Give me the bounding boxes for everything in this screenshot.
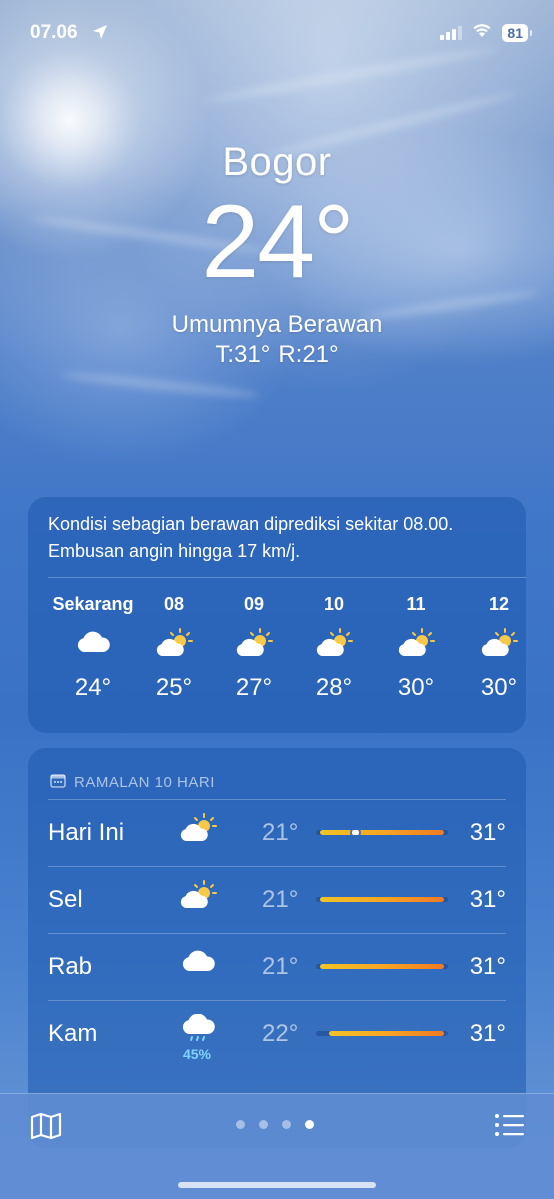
- high-temperature: T:31°: [215, 341, 271, 368]
- high-low-temperature: T:31° R:21°: [0, 341, 554, 369]
- temperature-range-fill: [320, 964, 444, 969]
- daily-forecast-card[interactable]: RAMALAN 10 HARI Hari Ini 21° 31° Sel 21° 31° R…: [28, 748, 526, 1148]
- status-time: 07.06: [30, 22, 78, 43]
- hourly-item: 11 30°: [371, 594, 461, 702]
- hourly-item: 12 30°: [454, 594, 526, 702]
- hourly-forecast-list[interactable]: Sekarang 24° 08 25° 09 27° 10 28° 11 30° 12 30°: [28, 578, 526, 728]
- hourly-item: 10 28°: [289, 594, 379, 702]
- daily-forecast-title: RAMALAN 10 HARI: [74, 773, 215, 791]
- low-temperature: 21°: [262, 953, 299, 980]
- hourly-item: 08 25°: [129, 594, 219, 702]
- temperature-range-bar: [316, 830, 448, 835]
- partly-sunny-icon: [454, 628, 526, 668]
- current-condition: Umumnya Berawan: [171, 311, 383, 338]
- partly-sunny-icon: [209, 628, 299, 668]
- temperature-range-bar: [316, 964, 448, 969]
- rain-cloud-icon: [178, 1013, 218, 1049]
- temperature-range-bar: [316, 897, 448, 902]
- precipitation-chance: 45%: [182, 1046, 212, 1062]
- wifi-icon: [472, 22, 492, 44]
- hour-label: 10: [323, 594, 345, 614]
- partly-sunny-icon: [371, 628, 461, 668]
- low-temperature: 22°: [262, 1020, 299, 1047]
- daily-forecast-row[interactable]: Rab 21° 31°: [28, 933, 526, 1000]
- hourly-forecast-card[interactable]: Kondisi sebagian berawan diprediksi seki…: [28, 497, 526, 733]
- daily-forecast-list: Hari Ini 21° 31° Sel 21° 31° Rab 21° 31° Kam 45% 22…: [28, 799, 526, 1067]
- temperature-range-fill: [329, 1031, 444, 1036]
- high-temperature: 31°: [469, 819, 506, 846]
- calendar-icon: [50, 773, 66, 792]
- low-temperature: R:21°: [278, 341, 339, 368]
- low-temperature: 21°: [262, 819, 299, 846]
- hour-label: 08: [163, 594, 185, 614]
- hour-temperature: 24°: [74, 674, 112, 701]
- divider: [48, 933, 506, 934]
- battery-indicator: 81: [502, 24, 532, 42]
- high-temperature: 31°: [469, 1020, 506, 1047]
- page-dot[interactable]: [236, 1120, 245, 1129]
- divider: [48, 1000, 506, 1001]
- hour-temperature: 28°: [315, 674, 353, 701]
- forecast-summary: Kondisi sebagian berawan diprediksi seki…: [48, 514, 454, 561]
- partly-sunny-icon: [129, 628, 219, 668]
- current-temperature-marker: [352, 830, 360, 835]
- divider: [48, 866, 506, 867]
- low-temperature: 21°: [262, 886, 299, 913]
- location-arrow-icon: [92, 24, 108, 46]
- hour-temperature: 27°: [235, 674, 273, 701]
- hour-temperature: 30°: [480, 674, 518, 701]
- high-temperature: 31°: [469, 953, 506, 980]
- daily-forecast-header: RAMALAN 10 HARI: [28, 748, 526, 799]
- cloud-icon: [178, 947, 218, 978]
- partly-sunny-icon: [178, 880, 218, 915]
- page-dot[interactable]: [259, 1120, 268, 1129]
- page-dot-active[interactable]: [305, 1120, 314, 1129]
- hour-label: 11: [406, 594, 426, 614]
- temperature-range-fill: [320, 830, 444, 835]
- day-name: Hari Ini: [48, 819, 125, 846]
- day-name: Rab: [48, 953, 93, 980]
- home-indicator[interactable]: [178, 1182, 376, 1188]
- hourly-item: 09 27°: [209, 594, 299, 702]
- map-icon[interactable]: [30, 1112, 62, 1145]
- day-name: Sel: [48, 886, 83, 913]
- hour-label: Sekarang: [52, 594, 134, 614]
- partly-sunny-icon: [178, 813, 218, 848]
- divider: [48, 799, 506, 800]
- daily-forecast-row[interactable]: Hari Ini 21° 31°: [28, 799, 526, 866]
- hour-label: 12: [488, 594, 510, 614]
- daily-forecast-row[interactable]: Kam 45% 22° 31°: [28, 1000, 526, 1067]
- cellular-signal-icon: [440, 26, 463, 40]
- hour-temperature: 25°: [155, 674, 193, 701]
- hour-label: 09: [243, 594, 265, 614]
- partly-sunny-icon: [289, 628, 379, 668]
- list-icon[interactable]: [494, 1112, 524, 1143]
- page-dot[interactable]: [282, 1120, 291, 1129]
- cloud-icon: [48, 628, 138, 668]
- daily-forecast-row[interactable]: Sel 21° 31°: [28, 866, 526, 933]
- current-temperature: 24°: [201, 184, 354, 300]
- high-temperature: 31°: [469, 886, 506, 913]
- bottom-toolbar: [0, 1093, 554, 1199]
- status-bar: 07.06 81: [30, 22, 532, 46]
- page-indicator[interactable]: [236, 1120, 314, 1129]
- day-name: Kam: [48, 1020, 98, 1047]
- current-weather: Bogor 24° Umumnya Berawan T:31° R:21°: [0, 140, 554, 369]
- temperature-range-fill: [320, 897, 444, 902]
- city-name: Bogor: [222, 140, 332, 184]
- hourly-item: Sekarang 24°: [48, 594, 138, 702]
- temperature-range-bar: [316, 1031, 448, 1036]
- hour-temperature: 30°: [397, 674, 435, 701]
